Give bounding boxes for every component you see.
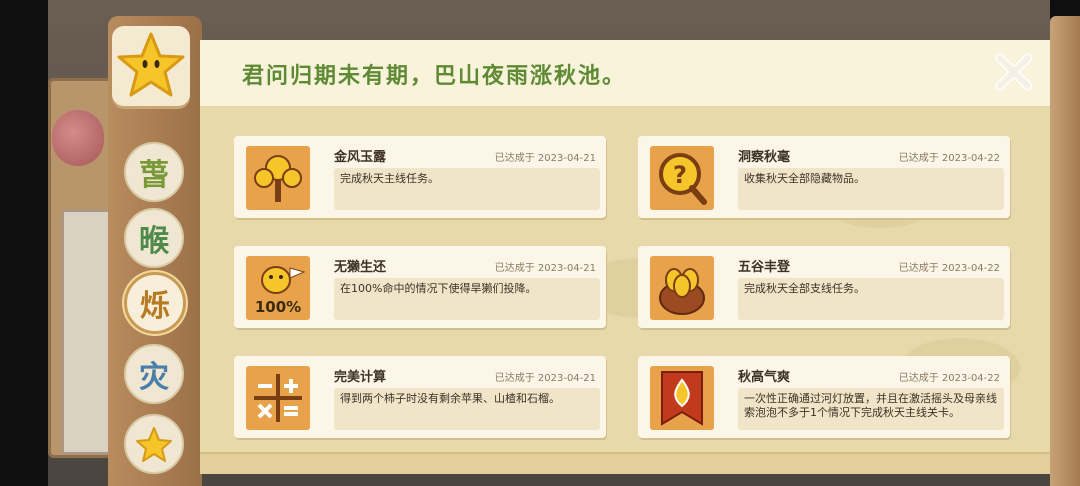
autumn-icon: 烁 — [140, 289, 170, 324]
panel-header: 君问归期未有期，巴山夜雨涨秋池。 — [200, 40, 1050, 108]
achievement-card[interactable]: 秋高气爽 已达成于 2023-04-22 一次性正确通过河灯放置，并且在激活摇头… — [638, 356, 1010, 438]
math-symbols-icon — [246, 366, 310, 430]
tab-star[interactable] — [112, 26, 190, 106]
svg-text:?: ? — [673, 161, 687, 189]
otter-badge: 100% — [255, 298, 301, 316]
achievement-desc: 完成秋天主线任务。 — [334, 168, 600, 210]
winter-icon: 灾 — [139, 360, 169, 395]
grain-basket-icon — [650, 256, 714, 320]
tab-spring[interactable]: 萅 — [124, 142, 184, 202]
achievement-desc: 完成秋天全部支线任务。 — [738, 278, 1004, 320]
golden-tree-icon — [246, 146, 310, 210]
page-title: 君问归期未有期，巴山夜雨涨秋池。 — [242, 63, 627, 89]
otter-100-icon: 100% — [246, 256, 310, 320]
spring-icon: 萅 — [139, 158, 169, 193]
achievement-name: 洞察秋毫 — [738, 150, 791, 165]
achievement-card[interactable]: ? 洞察秋毫 已达成于 2023-04-22 收集秋天全部隐藏物品。 — [638, 136, 1010, 218]
flame-banner-icon — [650, 366, 714, 430]
tab-special[interactable] — [124, 414, 184, 474]
achievement-date: 已达成于 2023-04-22 — [898, 263, 1000, 274]
magnifier-question-icon: ? — [650, 146, 714, 210]
achievement-desc: 一次性正确通过河灯放置，并且在激活摇头及母亲线索泡泡不多于1个情况下完成秋天主线… — [738, 388, 1004, 430]
achievement-date: 已达成于 2023-04-22 — [898, 373, 1000, 384]
tab-winter[interactable]: 灾 — [124, 344, 184, 404]
sparkle-star-icon — [136, 427, 172, 462]
tab-summer[interactable]: 㬋 — [124, 208, 184, 268]
achievement-card[interactable]: 金风玉露 已达成于 2023-04-21 完成秋天主线任务。 — [234, 136, 606, 218]
panel-bottom-edge — [200, 452, 1050, 474]
achievement-desc: 得到两个柿子时没有剩余苹果、山楂和石榴。 — [334, 388, 600, 430]
achievement-name: 五谷丰登 — [738, 260, 791, 275]
summer-icon: 㬋 — [139, 224, 169, 259]
achievement-date: 已达成于 2023-04-21 — [494, 263, 596, 274]
star-icon — [117, 32, 185, 97]
close-icon — [995, 53, 1033, 91]
tab-autumn[interactable]: 烁 — [124, 272, 186, 334]
close-button[interactable] — [990, 48, 1038, 96]
screen-edge-left — [0, 0, 48, 486]
achievement-date: 已达成于 2023-04-22 — [898, 153, 1000, 164]
achievement-panel: 君问归期未有期，巴山夜雨涨秋池。 金风玉露 已达成于 2023-04-21 完成… — [200, 40, 1050, 472]
wood-frame-right — [1050, 16, 1080, 486]
achievement-name: 金风玉露 — [334, 150, 387, 165]
achievement-name: 完美计算 — [334, 370, 387, 385]
achievement-desc: 收集秋天全部隐藏物品。 — [738, 168, 1004, 210]
achievement-card[interactable]: 100% 无獭生还 已达成于 2023-04-21 在100%命中的情况下使得旱… — [234, 246, 606, 328]
background-heart — [52, 110, 104, 166]
achievement-name: 秋高气爽 — [738, 370, 791, 385]
achievement-card[interactable]: 完美计算 已达成于 2023-04-21 得到两个柿子时没有剩余苹果、山楂和石榴… — [234, 356, 606, 438]
achievement-card[interactable]: 五谷丰登 已达成于 2023-04-22 完成秋天全部支线任务。 — [638, 246, 1010, 328]
achievement-date: 已达成于 2023-04-21 — [494, 153, 596, 164]
achievement-date: 已达成于 2023-04-21 — [494, 373, 596, 384]
achievement-desc: 在100%命中的情况下使得旱獭们投降。 — [334, 278, 600, 320]
achievement-name: 无獭生还 — [334, 260, 387, 275]
